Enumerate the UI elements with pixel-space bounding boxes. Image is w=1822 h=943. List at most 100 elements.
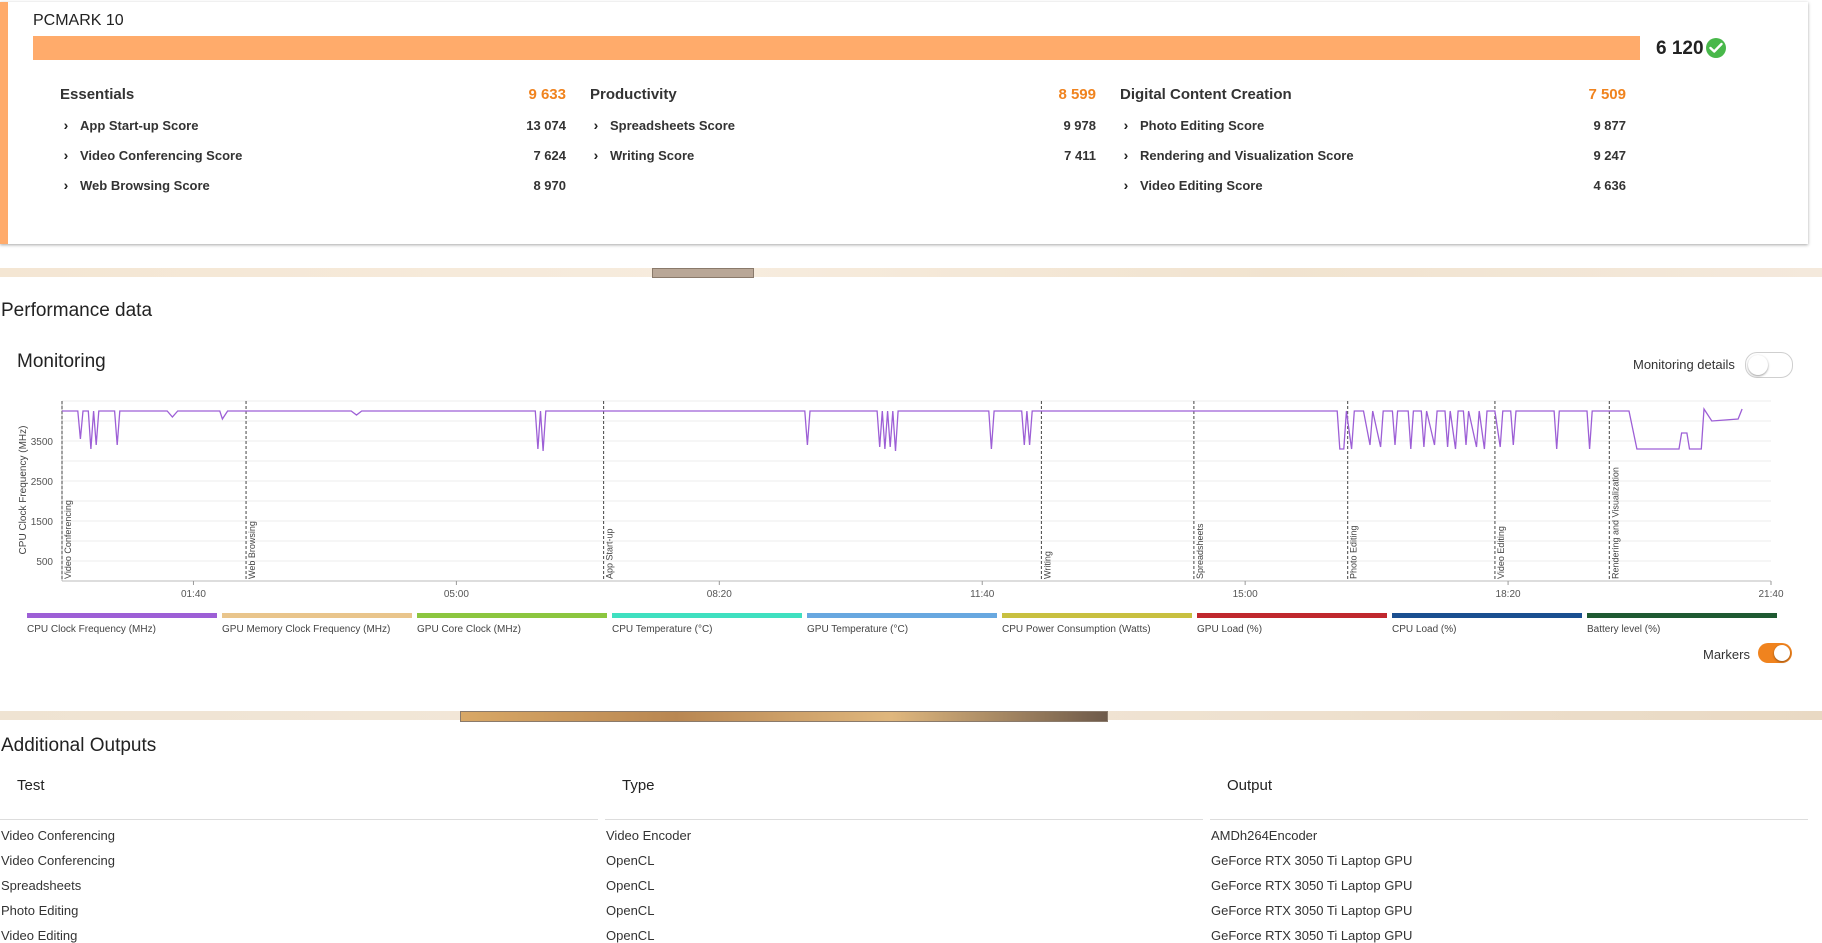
- subscore-value: 4 636: [1593, 177, 1626, 193]
- score-card-accent: [0, 2, 8, 244]
- legend-label: CPU Temperature (°C): [612, 624, 713, 635]
- subscore-row[interactable]: › Rendering and Visualization Score 9 247: [1120, 140, 1626, 170]
- subscore-row[interactable]: › Spreadsheets Score 9 978: [590, 110, 1096, 140]
- subscore-value: 7 411: [1064, 147, 1096, 163]
- legend-label: GPU Memory Clock Frequency (MHz): [222, 624, 391, 635]
- legend-swatch: [417, 613, 607, 618]
- marker-label: Video Conferencing: [63, 500, 73, 579]
- check-icon: [1706, 38, 1726, 58]
- subscore-row[interactable]: › Video Editing Score 4 636: [1120, 170, 1626, 200]
- marker-label: App Start-up: [605, 528, 615, 579]
- banner-image: [460, 711, 1108, 722]
- legend-item[interactable]: GPU Temperature (°C): [807, 613, 997, 635]
- x-tick-label: 05:00: [444, 589, 469, 600]
- cell-type: OpenCL: [606, 878, 655, 893]
- benchmark-score-card: PCMARK 10 6 120 Essentials 9 633 › App St…: [0, 2, 1808, 244]
- subscore-row[interactable]: › Web Browsing Score 8 970: [60, 170, 566, 200]
- legend-label: GPU Temperature (°C): [807, 624, 909, 635]
- x-tick-label: 15:00: [1233, 589, 1258, 600]
- legend-item[interactable]: CPU Clock Frequency (MHz): [27, 613, 217, 635]
- subscore-label: Web Browsing Score: [80, 177, 210, 193]
- subscore-row[interactable]: › App Start-up Score 13 074: [60, 110, 566, 140]
- y-tick-label: 3500: [31, 437, 54, 448]
- subscore-value: 13 074: [526, 117, 566, 133]
- monitoring-details-toggle[interactable]: [1745, 352, 1793, 378]
- legend-item[interactable]: Battery level (%): [1587, 613, 1777, 635]
- marker-label: Photo Editing: [1349, 525, 1359, 579]
- subscore-row[interactable]: › Writing Score 7 411: [590, 140, 1096, 170]
- chevron-right-icon: ›: [1123, 177, 1129, 193]
- column-header-type[interactable]: Type: [622, 777, 655, 794]
- legend-item[interactable]: CPU Load (%): [1392, 613, 1582, 635]
- chevron-right-icon: ›: [1123, 147, 1129, 163]
- marker-label: Writing: [1042, 551, 1052, 579]
- marker-label: Spreadsheets: [1195, 523, 1205, 579]
- subscore-row[interactable]: › Photo Editing Score 9 877: [1120, 110, 1626, 140]
- subscore-value: 9 247: [1593, 147, 1626, 163]
- subscore-value: 7 624: [533, 147, 566, 163]
- cell-test: Photo Editing: [1, 903, 79, 918]
- series-line-cpu-clock: [62, 407, 1743, 452]
- group-name: Essentials: [60, 86, 135, 103]
- subscore-label: Video Conferencing Score: [80, 147, 243, 163]
- legend-item[interactable]: GPU Memory Clock Frequency (MHz): [222, 613, 412, 635]
- monitoring-title: Monitoring: [17, 351, 106, 372]
- subscore-value: 9 877: [1593, 117, 1626, 133]
- cell-test: Video Editing: [1, 928, 78, 943]
- marker-label: Rendering and Visualization: [1610, 467, 1620, 579]
- x-tick-label: 18:20: [1496, 589, 1521, 600]
- cell-test: Spreadsheets: [1, 878, 82, 893]
- group-score: 7 509: [1588, 86, 1626, 103]
- total-score-bar: [33, 36, 1640, 60]
- cell-output: AMDh264Encoder: [1211, 828, 1318, 843]
- subscore-row[interactable]: › Video Conferencing Score 7 624: [60, 140, 566, 170]
- legend-item[interactable]: GPU Core Clock (MHz): [417, 613, 607, 635]
- total-score: 6 120: [1656, 38, 1704, 59]
- cell-type: Video Encoder: [606, 828, 692, 843]
- cell-test: Video Conferencing: [1, 853, 115, 868]
- column-divider: [1210, 819, 1808, 820]
- y-axis-label: CPU Clock Frequency (MHz): [18, 426, 29, 555]
- cell-type: OpenCL: [606, 853, 655, 868]
- marker-label: Video Editing: [1496, 526, 1506, 579]
- column-header-test[interactable]: Test: [17, 777, 45, 794]
- subscore-value: 8 970: [533, 177, 566, 193]
- legend-swatch: [1392, 613, 1582, 618]
- legend-label: Battery level (%): [1587, 624, 1661, 635]
- legend-swatch: [222, 613, 412, 618]
- cell-type: OpenCL: [606, 928, 655, 943]
- chevron-right-icon: ›: [593, 117, 599, 133]
- subscore-label: Photo Editing Score: [1140, 117, 1265, 133]
- subscore-label: Spreadsheets Score: [610, 117, 736, 133]
- decorative-banner: [0, 268, 1822, 277]
- group-name: Digital Content Creation: [1120, 86, 1292, 103]
- x-tick-label: 11:40: [970, 589, 995, 600]
- x-tick-label: 08:20: [707, 589, 732, 600]
- group-score: 9 633: [528, 86, 566, 103]
- legend-swatch: [27, 613, 217, 618]
- markers-toggle[interactable]: [1758, 643, 1792, 663]
- benchmark-title: PCMARK 10: [33, 12, 124, 29]
- chevron-right-icon: ›: [63, 147, 69, 163]
- toggle-knob: [1748, 355, 1768, 375]
- group-score: 8 599: [1058, 86, 1096, 103]
- legend-item[interactable]: CPU Power Consumption (Watts): [1002, 613, 1192, 635]
- legend-label: GPU Load (%): [1197, 624, 1263, 635]
- column-header-output[interactable]: Output: [1227, 777, 1272, 794]
- cell-test: Video Conferencing: [1, 828, 115, 843]
- column-divider: [605, 819, 1203, 820]
- chevron-right-icon: ›: [63, 117, 69, 133]
- chevron-right-icon: ›: [63, 177, 69, 193]
- subscore-value: 9 978: [1063, 117, 1096, 133]
- banner-image: [652, 268, 754, 278]
- performance-data-title: Performance data: [1, 300, 153, 321]
- subscore-label: App Start-up Score: [80, 117, 199, 133]
- x-tick-label: 21:40: [1758, 589, 1783, 600]
- legend-swatch: [1197, 613, 1387, 618]
- monitoring-chart: 3500 2500 1500 500 01:40 05:00 08:20 11:40 15:0…: [18, 400, 1784, 600]
- legend-swatch: [807, 613, 997, 618]
- legend-item[interactable]: CPU Temperature (°C): [612, 613, 802, 635]
- chevron-right-icon: ›: [593, 147, 599, 163]
- legend-item[interactable]: GPU Load (%): [1197, 613, 1387, 635]
- subscore-label: Writing Score: [610, 147, 695, 163]
